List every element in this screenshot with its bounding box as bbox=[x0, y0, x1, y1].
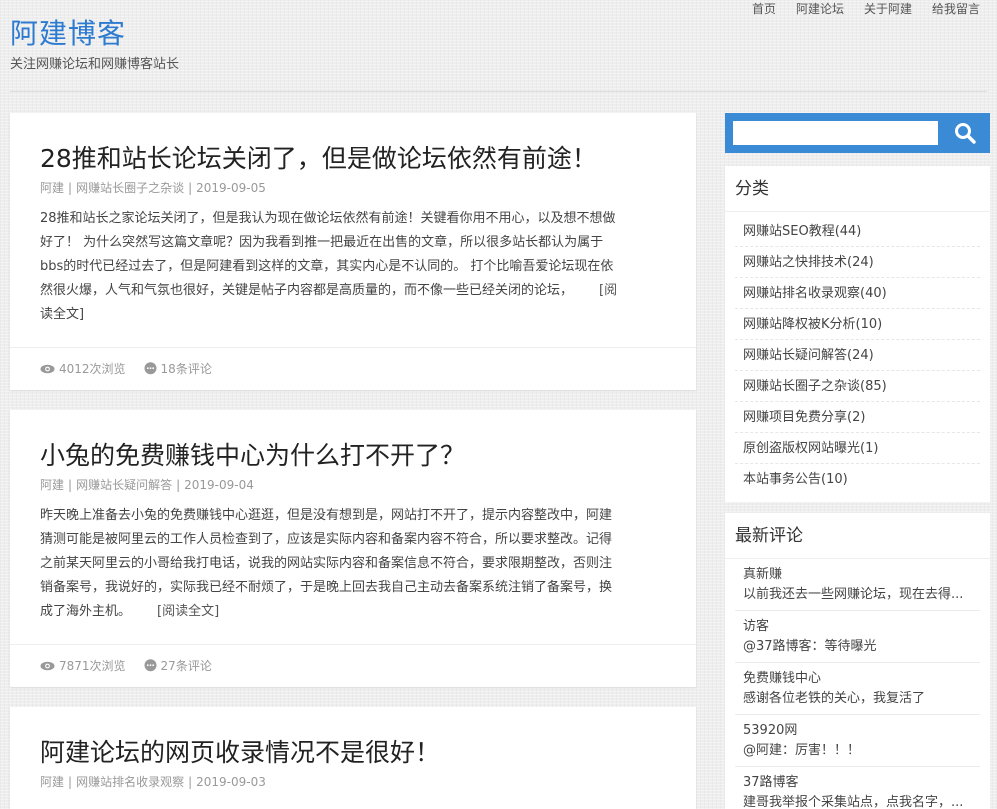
post-date: 2019-09-03 bbox=[196, 775, 266, 789]
comment-entry[interactable]: 37路博客 建哥我举报个采集站点，点我名字，... bbox=[735, 767, 980, 809]
comment-text: 以前我还去一些网赚论坛，现在去得... bbox=[743, 587, 964, 602]
read-more-link-cont[interactable]: 读全文] bbox=[40, 303, 670, 327]
post-category[interactable]: 网赚站长圈子之杂谈 bbox=[76, 181, 184, 195]
comment-author: 37路博客 bbox=[743, 775, 799, 790]
category-link[interactable]: 网赚项目免费分享(2) bbox=[735, 402, 980, 433]
site-title[interactable]: 阿建博客 bbox=[10, 12, 126, 52]
category-link[interactable]: 网赚站之快排技术(24) bbox=[735, 247, 980, 278]
comment-text: @阿建：厉害！！！ bbox=[743, 743, 861, 758]
comment-author: 53920网 bbox=[743, 723, 798, 738]
post-author[interactable]: 阿建 bbox=[40, 181, 64, 195]
post-footer: 7871次浏览 27条评论 bbox=[40, 657, 212, 674]
read-more-link[interactable]: [阅 bbox=[599, 283, 617, 298]
nav-forum[interactable]: 阿建论坛 bbox=[796, 0, 844, 17]
search-icon bbox=[955, 123, 976, 144]
eye-icon bbox=[40, 661, 55, 670]
comment-author: 访客 bbox=[743, 619, 770, 634]
header-divider bbox=[10, 91, 987, 92]
view-count: 7871次浏览 bbox=[40, 657, 126, 674]
post-divider bbox=[10, 644, 696, 645]
post-title[interactable]: 小兔的免费赚钱中心为什么打不开了？ bbox=[40, 436, 465, 472]
view-count: 4012次浏览 bbox=[40, 360, 126, 377]
category-link[interactable]: 网赚站SEO教程(44) bbox=[735, 216, 980, 247]
post-author[interactable]: 阿建 bbox=[40, 775, 64, 789]
latest-comments-widget: 最新评论 真新赚 以前我还去一些网赚论坛，现在去得... 访客 @37路博客：等… bbox=[725, 513, 990, 809]
post-divider bbox=[10, 347, 696, 348]
search-button[interactable] bbox=[947, 117, 983, 149]
nav-message[interactable]: 给我留言 bbox=[932, 0, 980, 17]
comment-author: 免费赚钱中心 bbox=[743, 671, 822, 686]
post-category[interactable]: 网赚站排名收录观察 bbox=[76, 775, 184, 789]
comment-entry[interactable]: 真新赚 以前我还去一些网赚论坛，现在去得... bbox=[735, 559, 980, 611]
eye-icon bbox=[40, 364, 55, 373]
post-title[interactable]: 28推和站长论坛关闭了，但是做论坛依然有前途！ bbox=[40, 139, 597, 175]
post-card: 小兔的免费赚钱中心为什么打不开了？ 阿建 | 网赚站长疑问解答 | 2019-09-04… bbox=[10, 410, 696, 687]
post-excerpt: 28推和站长之家论坛关闭了，但是我认为现在做论坛依然有前途！关键看你用不用心，以… bbox=[40, 207, 670, 327]
comment-author: 真新赚 bbox=[743, 567, 783, 582]
comment-entry[interactable]: 访客 @37路博客：等待曝光 bbox=[735, 611, 980, 663]
top-nav: 首页 阿建论坛 关于阿建 给我留言 bbox=[752, 0, 980, 17]
category-link[interactable]: 网赚站降权被K分析(10) bbox=[735, 309, 980, 340]
post-date: 2019-09-04 bbox=[184, 478, 254, 492]
post-excerpt: 昨天晚上准备去小兔的免费赚钱中心逛逛，但是没有想到是，网站打不开了，提示内容整改… bbox=[40, 508, 613, 619]
post-meta: 阿建 | 网赚站长疑问解答 | 2019-09-04 bbox=[40, 478, 254, 492]
post-date: 2019-09-05 bbox=[196, 181, 266, 195]
read-more-link[interactable]: [阅读全文] bbox=[157, 604, 219, 619]
post-card: 28推和站长论坛关闭了，但是做论坛依然有前途！ 阿建 | 网赚站长圈子之杂谈 | 201… bbox=[10, 113, 696, 390]
comment-entry[interactable]: 53920网 @阿建：厉害！！！ bbox=[735, 715, 980, 767]
categories-title: 分类 bbox=[725, 166, 990, 212]
post-meta: 阿建 | 网赚站排名收录观察 | 2019-09-03 bbox=[40, 775, 266, 789]
category-link[interactable]: 本站事务公告(10) bbox=[735, 464, 980, 495]
post-author[interactable]: 阿建 bbox=[40, 478, 64, 492]
nav-home[interactable]: 首页 bbox=[752, 0, 776, 17]
comment-bubble-icon bbox=[144, 362, 157, 375]
site-description: 关注网赚论坛和网赚博客站长 bbox=[10, 57, 180, 72]
post-footer: 4012次浏览 18条评论 bbox=[40, 360, 212, 377]
comment-text: 感谢各位老铁的关心，我复活了 bbox=[743, 691, 926, 706]
comment-text: 建哥我举报个采集站点，点我名字，... bbox=[743, 795, 964, 809]
comment-text: @37路博客：等待曝光 bbox=[743, 639, 877, 654]
search-input[interactable] bbox=[733, 121, 938, 145]
comment-bubble-icon bbox=[144, 659, 157, 672]
comment-count[interactable]: 18条评论 bbox=[144, 360, 212, 377]
nav-about[interactable]: 关于阿建 bbox=[864, 0, 912, 17]
post-card: 阿建论坛的网页收录情况不是很好！ 阿建 | 网赚站排名收录观察 | 2019-09-03 bbox=[10, 707, 696, 809]
site-header: 阿建博客 关注网赚论坛和网赚博客站长 首页 阿建论坛 关于阿建 给我留言 bbox=[0, 0, 997, 92]
comment-entry[interactable]: 免费赚钱中心 感谢各位老铁的关心，我复活了 bbox=[735, 663, 980, 715]
category-link[interactable]: 网赚站长圈子之杂谈(85) bbox=[735, 371, 980, 402]
comment-count[interactable]: 27条评论 bbox=[144, 657, 212, 674]
latest-comments-title: 最新评论 bbox=[725, 513, 990, 559]
post-meta: 阿建 | 网赚站长圈子之杂谈 | 2019-09-05 bbox=[40, 181, 266, 195]
category-link[interactable]: 网赚站长疑问解答(24) bbox=[735, 340, 980, 371]
post-category[interactable]: 网赚站长疑问解答 bbox=[76, 478, 172, 492]
category-link[interactable]: 原创盗版权网站曝光(1) bbox=[735, 433, 980, 464]
search-box bbox=[725, 113, 990, 153]
category-link[interactable]: 网赚站排名收录观察(40) bbox=[735, 278, 980, 309]
categories-widget: 分类 网赚站SEO教程(44) 网赚站之快排技术(24) 网赚站排名收录观察(4… bbox=[725, 166, 990, 502]
post-title[interactable]: 阿建论坛的网页收录情况不是很好！ bbox=[40, 733, 440, 769]
